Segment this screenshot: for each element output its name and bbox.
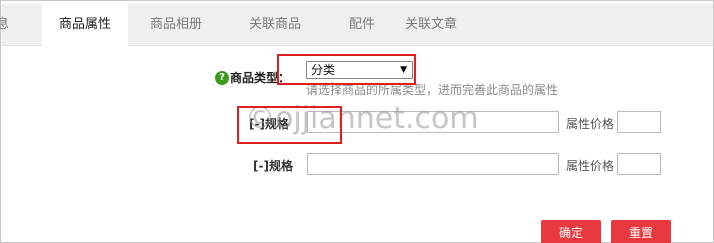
attribute-price-input[interactable] — [617, 153, 661, 175]
reset-button[interactable]: 重置 — [611, 220, 671, 243]
tab-goods-attributes[interactable]: 商品属性 — [42, 4, 128, 47]
attribute-price-label: 属性价格 — [566, 117, 615, 131]
help-icon[interactable]: ? — [215, 71, 229, 85]
attribute-price-input[interactable] — [617, 111, 661, 133]
tab-basic-info[interactable]: 息息 — [0, 4, 27, 46]
confirm-button[interactable]: 确定 — [541, 220, 601, 243]
annotation-box-goods-type — [277, 54, 416, 85]
tab-goods-gallery[interactable]: 商品相册 — [136, 4, 216, 46]
tab-linked-articles[interactable]: 关联文章 — [392, 4, 470, 46]
tab-accessories[interactable]: 配件 — [332, 4, 392, 46]
tab-linked-goods[interactable]: 关联商品 — [233, 4, 317, 46]
attribute-price-label: 属性价格 — [566, 159, 615, 173]
spec-value-input[interactable] — [307, 153, 559, 175]
spec-toggle[interactable]: [-]规格 — [253, 157, 293, 174]
goods-edit-panel: 息息 商品属性 商品相册 关联商品 配件 关联文章 ? 商品类型： 分类 ▼ 请… — [0, 0, 714, 243]
tab-bar: 息息 商品属性 商品相册 关联商品 配件 关联文章 — [0, 4, 713, 47]
spec-value-input[interactable] — [307, 111, 559, 133]
annotation-box-spec-toggle — [237, 106, 342, 144]
